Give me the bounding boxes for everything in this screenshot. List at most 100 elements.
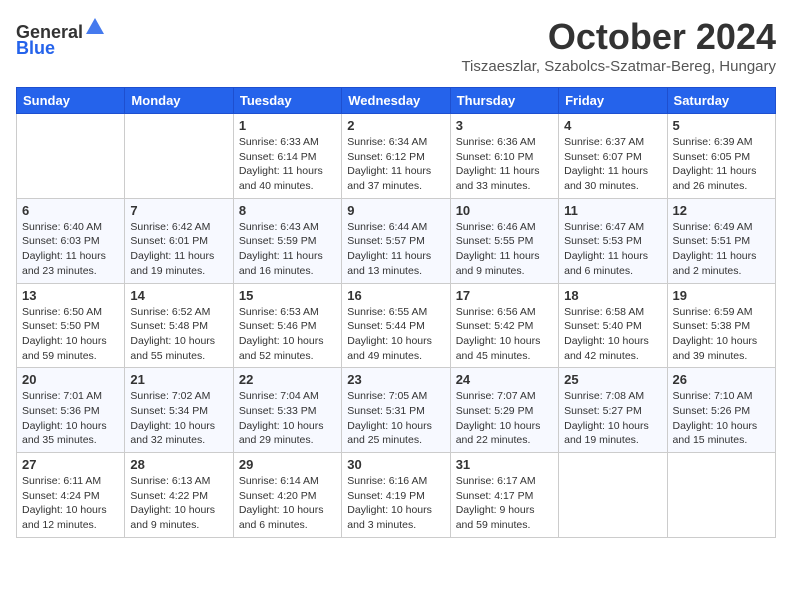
day-number: 30 [347,457,444,472]
day-number: 7 [130,203,227,218]
calendar-week-row: 13 Sunrise: 6:50 AM Sunset: 5:50 PM Dayli… [17,283,776,368]
day-number: 10 [456,203,553,218]
day-info: Sunrise: 7:05 AM Sunset: 5:31 PM Dayligh… [347,389,444,448]
logo-icon [84,16,106,38]
calendar-week-row: 27Sunrise: 6:11 AM Sunset: 4:24 PM Dayli… [17,453,776,538]
day-number: 21 [130,372,227,387]
day-info: Sunrise: 6:47 AM Sunset: 5:53 PM Dayligh… [564,220,661,279]
day-info: Sunrise: 6:13 AM Sunset: 4:22 PM Dayligh… [130,474,227,533]
calendar-cell: 5 Sunrise: 6:39 AM Sunset: 6:05 PM Daylig… [667,114,775,199]
day-info: Sunrise: 6:50 AM Sunset: 5:50 PM Dayligh… [22,305,119,364]
day-info: Sunrise: 6:39 AM Sunset: 6:05 PM Dayligh… [673,135,770,194]
day-number: 28 [130,457,227,472]
header-monday: Monday [125,88,233,114]
calendar-cell: 30 Sunrise: 6:16 AM Sunset: 4:19 PM Dayli… [342,453,450,538]
calendar-cell: 4Sunrise: 6:37 AM Sunset: 6:07 PM Daylig… [559,114,667,199]
calendar-cell: 23 Sunrise: 7:05 AM Sunset: 5:31 PM Dayli… [342,368,450,453]
calendar-cell [559,453,667,538]
day-info: Sunrise: 6:34 AM Sunset: 6:12 PM Dayligh… [347,135,444,194]
month-title: October 2024 [461,16,776,58]
calendar-cell: 19 Sunrise: 6:59 AM Sunset: 5:38 PM Dayli… [667,283,775,368]
header-sunday: Sunday [17,88,125,114]
day-info: Sunrise: 6:44 AM Sunset: 5:57 PM Dayligh… [347,220,444,279]
header-tuesday: Tuesday [233,88,341,114]
day-info: Sunrise: 7:08 AM Sunset: 5:27 PM Dayligh… [564,389,661,448]
calendar-cell: 6 Sunrise: 6:40 AM Sunset: 6:03 PM Daylig… [17,198,125,283]
calendar-week-row: 6 Sunrise: 6:40 AM Sunset: 6:03 PM Daylig… [17,198,776,283]
calendar-cell: 28 Sunrise: 6:13 AM Sunset: 4:22 PM Dayli… [125,453,233,538]
calendar-cell: 12 Sunrise: 6:49 AM Sunset: 5:51 PM Dayli… [667,198,775,283]
logo-blue-text: Blue [16,38,55,58]
day-info: Sunrise: 6:37 AM Sunset: 6:07 PM Dayligh… [564,135,661,194]
calendar-cell: 22 Sunrise: 7:04 AM Sunset: 5:33 PM Dayli… [233,368,341,453]
day-number: 13 [22,288,119,303]
weekday-header-row: Sunday Monday Tuesday Wednesday Thursday… [17,88,776,114]
day-number: 23 [347,372,444,387]
calendar-cell: 2Sunrise: 6:34 AM Sunset: 6:12 PM Daylig… [342,114,450,199]
calendar-cell: 16Sunrise: 6:55 AM Sunset: 5:44 PM Dayli… [342,283,450,368]
calendar-week-row: 20 Sunrise: 7:01 AM Sunset: 5:36 PM Dayli… [17,368,776,453]
header-friday: Friday [559,88,667,114]
calendar-cell [17,114,125,199]
calendar-cell: 18 Sunrise: 6:58 AM Sunset: 5:40 PM Dayli… [559,283,667,368]
day-number: 15 [239,288,336,303]
day-info: Sunrise: 6:16 AM Sunset: 4:19 PM Dayligh… [347,474,444,533]
calendar-cell: 15Sunrise: 6:53 AM Sunset: 5:46 PM Dayli… [233,283,341,368]
day-number: 26 [673,372,770,387]
day-number: 9 [347,203,444,218]
location-subtitle: Tiszaeszlar, Szabolcs-Szatmar-Bereg, Hun… [461,58,776,75]
day-info: Sunrise: 6:55 AM Sunset: 5:44 PM Dayligh… [347,305,444,364]
calendar-cell: 26 Sunrise: 7:10 AM Sunset: 5:26 PM Dayli… [667,368,775,453]
calendar-cell: 11Sunrise: 6:47 AM Sunset: 5:53 PM Dayli… [559,198,667,283]
day-info: Sunrise: 6:17 AM Sunset: 4:17 PM Dayligh… [456,474,553,533]
header-saturday: Saturday [667,88,775,114]
calendar-cell [667,453,775,538]
calendar-cell: 14Sunrise: 6:52 AM Sunset: 5:48 PM Dayli… [125,283,233,368]
day-info: Sunrise: 6:40 AM Sunset: 6:03 PM Dayligh… [22,220,119,279]
day-number: 1 [239,118,336,133]
calendar-cell: 1 Sunrise: 6:33 AM Sunset: 6:14 PM Daylig… [233,114,341,199]
header-wednesday: Wednesday [342,88,450,114]
day-info: Sunrise: 7:01 AM Sunset: 5:36 PM Dayligh… [22,389,119,448]
day-number: 3 [456,118,553,133]
calendar-cell: 21 Sunrise: 7:02 AM Sunset: 5:34 PM Dayli… [125,368,233,453]
calendar-cell: 24Sunrise: 7:07 AM Sunset: 5:29 PM Dayli… [450,368,558,453]
day-number: 14 [130,288,227,303]
day-info: Sunrise: 7:10 AM Sunset: 5:26 PM Dayligh… [673,389,770,448]
day-number: 18 [564,288,661,303]
day-number: 17 [456,288,553,303]
calendar-cell: 13 Sunrise: 6:50 AM Sunset: 5:50 PM Dayli… [17,283,125,368]
day-info: Sunrise: 6:56 AM Sunset: 5:42 PM Dayligh… [456,305,553,364]
day-number: 19 [673,288,770,303]
calendar-cell: 7 Sunrise: 6:42 AM Sunset: 6:01 PM Daylig… [125,198,233,283]
day-number: 20 [22,372,119,387]
day-info: Sunrise: 6:58 AM Sunset: 5:40 PM Dayligh… [564,305,661,364]
day-info: Sunrise: 7:04 AM Sunset: 5:33 PM Dayligh… [239,389,336,448]
calendar-cell: 17 Sunrise: 6:56 AM Sunset: 5:42 PM Dayli… [450,283,558,368]
day-info: Sunrise: 6:49 AM Sunset: 5:51 PM Dayligh… [673,220,770,279]
day-info: Sunrise: 6:14 AM Sunset: 4:20 PM Dayligh… [239,474,336,533]
day-info: Sunrise: 6:43 AM Sunset: 5:59 PM Dayligh… [239,220,336,279]
day-info: Sunrise: 7:02 AM Sunset: 5:34 PM Dayligh… [130,389,227,448]
day-info: Sunrise: 6:46 AM Sunset: 5:55 PM Dayligh… [456,220,553,279]
day-number: 12 [673,203,770,218]
day-info: Sunrise: 6:36 AM Sunset: 6:10 PM Dayligh… [456,135,553,194]
day-number: 6 [22,203,119,218]
day-number: 22 [239,372,336,387]
calendar-cell: 9 Sunrise: 6:44 AM Sunset: 5:57 PM Daylig… [342,198,450,283]
day-info: Sunrise: 6:42 AM Sunset: 6:01 PM Dayligh… [130,220,227,279]
day-number: 5 [673,118,770,133]
logo: General Blue [16,16,106,59]
day-number: 31 [456,457,553,472]
day-number: 25 [564,372,661,387]
day-number: 24 [456,372,553,387]
day-info: Sunrise: 6:33 AM Sunset: 6:14 PM Dayligh… [239,135,336,194]
calendar-cell: 20 Sunrise: 7:01 AM Sunset: 5:36 PM Dayli… [17,368,125,453]
day-info: Sunrise: 6:11 AM Sunset: 4:24 PM Dayligh… [22,474,119,533]
calendar-cell: 8 Sunrise: 6:43 AM Sunset: 5:59 PM Daylig… [233,198,341,283]
calendar-cell: 3 Sunrise: 6:36 AM Sunset: 6:10 PM Daylig… [450,114,558,199]
day-info: Sunrise: 6:59 AM Sunset: 5:38 PM Dayligh… [673,305,770,364]
calendar-week-row: 1 Sunrise: 6:33 AM Sunset: 6:14 PM Daylig… [17,114,776,199]
calendar-cell: 31 Sunrise: 6:17 AM Sunset: 4:17 PM Dayli… [450,453,558,538]
day-number: 8 [239,203,336,218]
